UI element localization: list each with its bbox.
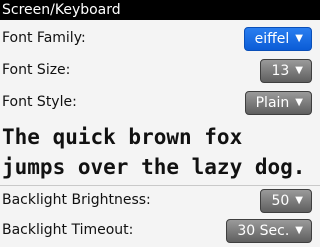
font-style-value: Plain xyxy=(255,95,290,111)
font-family-value: eiffel xyxy=(254,31,290,47)
font-style-label: Font Style: xyxy=(2,94,77,110)
backlight-brightness-value: 50 xyxy=(271,193,290,209)
font-family-row: Font Family: eiffel ▼ xyxy=(0,23,320,55)
backlight-timeout-row: Backlight Timeout: 30 Sec. ▼ xyxy=(0,215,320,247)
chevron-down-icon: ▼ xyxy=(295,225,303,236)
font-style-dropdown[interactable]: Plain ▼ xyxy=(244,91,312,115)
screen-title: Screen/Keyboard xyxy=(2,2,121,18)
font-family-label: Font Family: xyxy=(2,30,86,46)
backlight-timeout-dropdown[interactable]: 30 Sec. ▼ xyxy=(226,219,312,243)
backlight-timeout-value: 30 Sec. xyxy=(237,223,290,239)
backlight-brightness-dropdown[interactable]: 50 ▼ xyxy=(260,189,312,213)
preview-line-1: The quick brown fox xyxy=(2,125,243,149)
font-size-label: Font Size: xyxy=(2,62,71,78)
font-style-row: Font Style: Plain ▼ xyxy=(0,87,320,119)
preview-line-2: jumps over the lazy dog. xyxy=(2,155,306,179)
title-bar: Screen/Keyboard xyxy=(0,0,320,20)
chevron-down-icon: ▼ xyxy=(295,65,303,76)
chevron-down-icon: ▼ xyxy=(295,97,303,108)
font-size-dropdown[interactable]: 13 ▼ xyxy=(260,59,312,83)
backlight-brightness-label: Backlight Brightness: xyxy=(2,192,151,208)
backlight-brightness-row: Backlight Brightness: 50 ▼ xyxy=(0,185,320,217)
font-preview: The quick brown fox jumps over the lazy … xyxy=(0,118,320,184)
chevron-down-icon: ▼ xyxy=(295,195,303,206)
font-size-row: Font Size: 13 ▼ xyxy=(0,55,320,87)
backlight-timeout-label: Backlight Timeout: xyxy=(2,222,134,238)
font-size-value: 13 xyxy=(271,63,290,79)
font-family-dropdown[interactable]: eiffel ▼ xyxy=(243,27,312,51)
chevron-down-icon: ▼ xyxy=(295,33,303,44)
